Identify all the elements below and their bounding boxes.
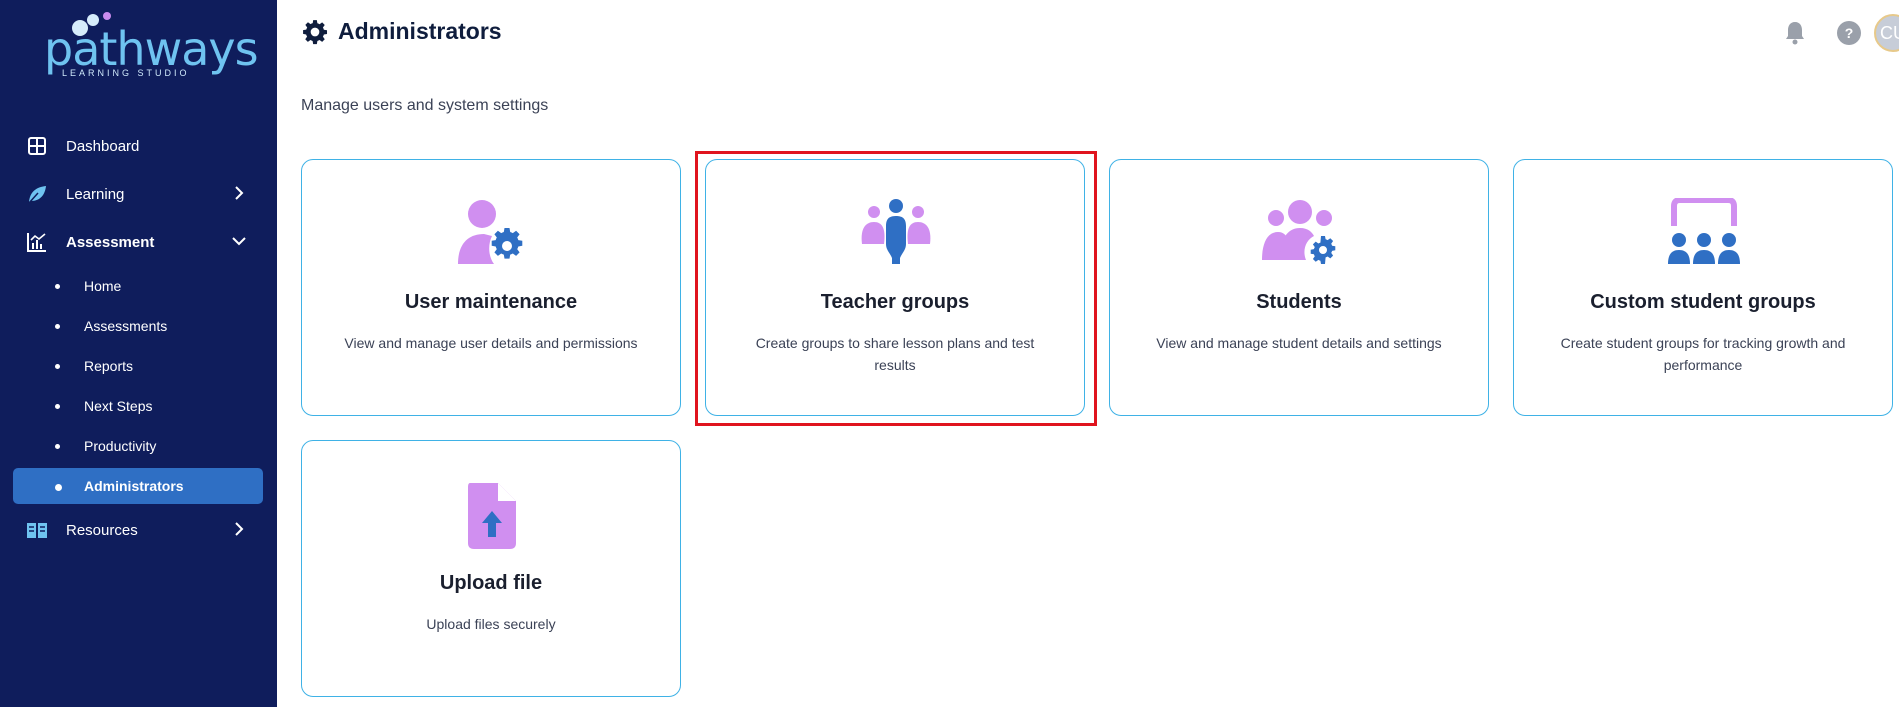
sidebar-subitem-productivity[interactable]: Productivity: [0, 426, 277, 466]
students-gear-icon: [1262, 200, 1336, 264]
sidebar-subitem-reports[interactable]: Reports: [0, 346, 277, 386]
dashboard-icon: [26, 135, 48, 157]
sidebar: pathways LEARNING STUDIO Dashboard Learn…: [0, 0, 277, 707]
chevron-right-icon: [235, 522, 244, 536]
sidebar-item-label: Assessment: [66, 233, 155, 251]
card-title: User maintenance: [404, 291, 578, 313]
card-description: Upload files securely: [426, 616, 556, 632]
book-icon: [26, 519, 48, 541]
page-subtitle: Manage users and system settings: [301, 97, 549, 114]
card-user-maintenance[interactable]: User maintenance View and manage user de…: [301, 159, 681, 416]
sidebar-item-resources[interactable]: Resources: [0, 506, 277, 554]
chevron-right-icon: [235, 186, 244, 200]
sidebar-item-label: Dashboard: [66, 137, 140, 155]
card-title: Students: [1256, 291, 1342, 313]
selection-highlight: [695, 151, 1097, 426]
sidebar-item-label: Learning: [66, 185, 125, 203]
card-students[interactable]: Students View and manage student details…: [1109, 159, 1489, 416]
help-icon[interactable]: ?: [1837, 21, 1861, 45]
gear-icon: [303, 19, 328, 44]
card-description: View and manage user details and permiss…: [344, 335, 638, 351]
brand-logo[interactable]: pathways LEARNING STUDIO: [44, 12, 259, 82]
card-description: Create student groups for tracking growt…: [1560, 335, 1846, 373]
card-title: Custom student groups: [1590, 291, 1816, 313]
sidebar-nav: Dashboard Learning Assessment Home Asses…: [0, 122, 277, 554]
card-title: Upload file: [439, 572, 543, 594]
user-gear-icon: [458, 200, 523, 264]
avatar[interactable]: CU: [1874, 14, 1899, 52]
card-description: View and manage student details and sett…: [1156, 335, 1442, 351]
brand-name: pathways: [44, 22, 259, 76]
leaf-icon: [26, 183, 48, 205]
header-actions: ? CU: [1739, 14, 1899, 54]
sidebar-subitem-assessments[interactable]: Assessments: [0, 306, 277, 346]
sidebar-item-label: Resources: [66, 521, 138, 539]
sidebar-item-dashboard[interactable]: Dashboard: [0, 122, 277, 170]
sidebar-subitem-home[interactable]: Home: [0, 266, 277, 306]
sidebar-item-assessment[interactable]: Assessment: [0, 218, 277, 266]
file-upload-icon: [468, 483, 516, 549]
page-title-text: Administrators: [338, 18, 502, 44]
custom-group-icon: [1668, 198, 1740, 264]
sidebar-item-learning[interactable]: Learning: [0, 170, 277, 218]
bell-icon[interactable]: [1783, 20, 1807, 46]
card-upload-file[interactable]: Upload file Upload files securely: [301, 440, 681, 697]
chart-icon: [26, 231, 48, 253]
sidebar-subitem-next-steps[interactable]: Next Steps: [0, 386, 277, 426]
sidebar-subitem-administrators[interactable]: Administrators: [13, 468, 263, 504]
page-title: Administrators: [302, 18, 502, 45]
card-custom-student-groups[interactable]: Custom student groups Create student gro…: [1513, 159, 1893, 416]
chevron-down-icon: [232, 237, 246, 246]
brand-tagline: LEARNING STUDIO: [62, 68, 190, 78]
